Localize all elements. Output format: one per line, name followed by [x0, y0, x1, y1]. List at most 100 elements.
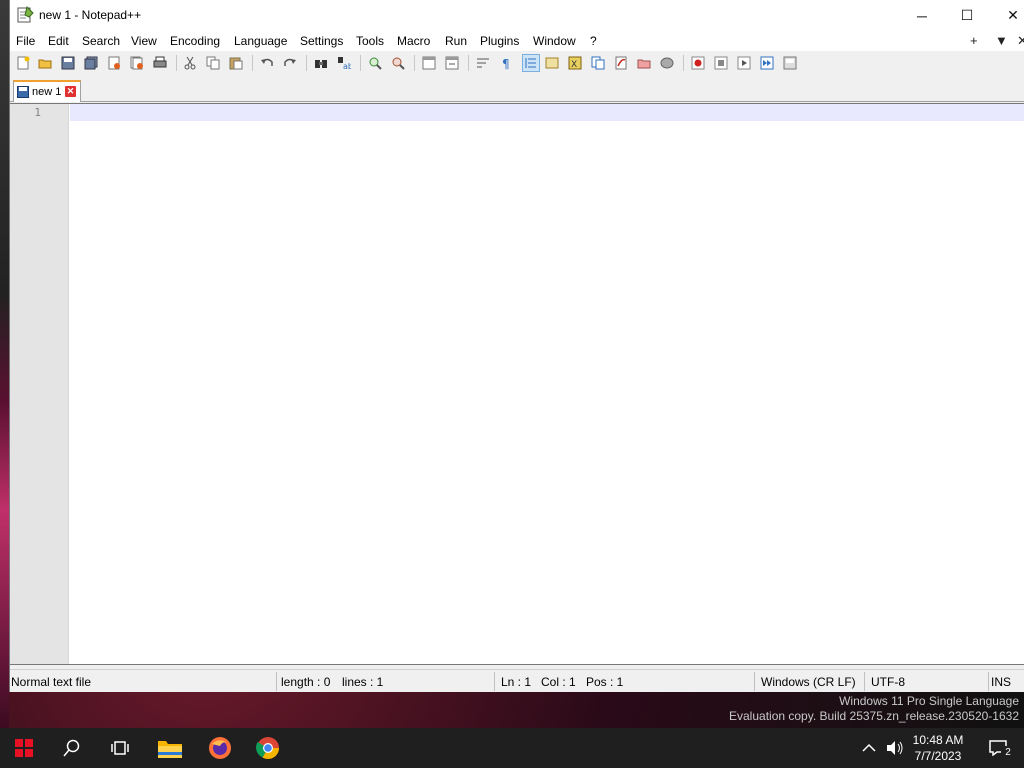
- sync-horizontal-icon[interactable]: [443, 54, 461, 72]
- toolbar-separator: [176, 55, 177, 71]
- menu-macro[interactable]: Macro: [397, 34, 430, 48]
- firefox-icon: [209, 737, 231, 759]
- menu-help[interactable]: ?: [590, 34, 597, 48]
- desktop-background: [0, 0, 9, 730]
- toolbar-separator: [252, 55, 253, 71]
- document-tab[interactable]: new 1 ✕: [13, 80, 81, 102]
- new-tab-plus-icon[interactable]: +: [970, 33, 978, 48]
- minimize-button[interactable]: ─: [899, 0, 945, 31]
- menu-window[interactable]: Window: [533, 34, 576, 48]
- replace-icon[interactable]: ab: [335, 54, 353, 72]
- firefox-button[interactable]: [196, 728, 244, 768]
- redo-icon[interactable]: [281, 54, 299, 72]
- folder-as-workspace-icon[interactable]: [612, 54, 630, 72]
- toolbar-separator: [683, 55, 684, 71]
- chevron-up-icon: [862, 743, 876, 752]
- menu-language[interactable]: Language: [234, 34, 287, 48]
- document-map-icon[interactable]: X: [566, 54, 584, 72]
- status-insert-mode: INS: [991, 675, 1012, 689]
- toolbar-separator: [360, 55, 361, 71]
- notepadpp-icon: [17, 6, 34, 23]
- line-number-gutter: 1: [10, 104, 69, 664]
- status-eol[interactable]: Windows (CR LF): [761, 675, 856, 689]
- status-lines: lines : 1: [342, 675, 384, 689]
- copy-icon[interactable]: [204, 54, 222, 72]
- unsaved-file-icon: [17, 86, 29, 98]
- chrome-button[interactable]: [244, 728, 292, 768]
- menu-bar: File Edit Search View Encoding Language …: [10, 31, 1024, 51]
- cut-icon[interactable]: [181, 54, 199, 72]
- search-button[interactable]: [48, 728, 96, 768]
- indent-guide-icon[interactable]: [522, 54, 540, 72]
- zoom-out-icon[interactable]: [389, 54, 407, 72]
- zoom-in-icon[interactable]: [366, 54, 384, 72]
- show-all-chars-icon[interactable]: ¶: [497, 54, 515, 72]
- file-explorer-button[interactable]: [146, 728, 194, 768]
- function-list-icon[interactable]: [589, 54, 607, 72]
- start-button[interactable]: [0, 728, 48, 768]
- status-ln: Ln : 1: [501, 675, 532, 689]
- user-defined-language-icon[interactable]: [543, 54, 561, 72]
- paste-icon[interactable]: [227, 54, 245, 72]
- window-title: new 1 - Notepad++: [39, 8, 142, 22]
- open-file-icon[interactable]: [36, 54, 54, 72]
- print-icon[interactable]: [151, 54, 169, 72]
- task-view-button[interactable]: [96, 728, 144, 768]
- play-macro-icon[interactable]: [735, 54, 753, 72]
- title-bar[interactable]: new 1 - Notepad++ ─ ☐ ✕: [10, 0, 1024, 31]
- menu-run[interactable]: Run: [445, 34, 467, 48]
- toolbar: ab ¶ X: [10, 51, 1024, 75]
- status-encoding[interactable]: UTF-8: [871, 675, 905, 689]
- maximize-button[interactable]: ☐: [944, 0, 990, 31]
- word-wrap-icon[interactable]: [474, 54, 492, 72]
- menu-settings[interactable]: Settings: [300, 34, 343, 48]
- close-all-icon[interactable]: [128, 54, 146, 72]
- stop-record-icon[interactable]: [712, 54, 730, 72]
- svg-text:X: X: [571, 60, 577, 70]
- svg-text:ab: ab: [343, 62, 351, 70]
- toolbar-separator: [414, 55, 415, 71]
- toolbar-separator: [306, 55, 307, 71]
- find-icon[interactable]: [312, 54, 330, 72]
- tab-label: new 1: [32, 86, 62, 98]
- tab-bar: new 1 ✕: [10, 77, 1024, 102]
- menu-file[interactable]: File: [16, 34, 35, 48]
- save-icon[interactable]: [59, 54, 77, 72]
- tab-list-dropdown-icon[interactable]: ▼: [995, 33, 1008, 48]
- menu-view[interactable]: View: [131, 34, 157, 48]
- document-list-icon[interactable]: [635, 54, 653, 72]
- status-separator: [276, 672, 277, 691]
- close-doc-icon[interactable]: ✕: [1017, 33, 1024, 49]
- notepadpp-window: new 1 - Notepad++ ─ ☐ ✕ File Edit Search…: [9, 0, 1024, 692]
- save-macro-icon[interactable]: [781, 54, 799, 72]
- menu-tools[interactable]: Tools: [356, 34, 384, 48]
- undo-icon[interactable]: [258, 54, 276, 72]
- menu-plugins[interactable]: Plugins: [480, 34, 519, 48]
- clock-date: 7/7/2023: [914, 749, 962, 763]
- status-file-type: Normal text file: [11, 675, 92, 689]
- svg-text:¶: ¶: [502, 57, 510, 70]
- clock-time: 10:48 AM: [912, 733, 964, 747]
- run-macro-multiple-icon[interactable]: [758, 54, 776, 72]
- windows-watermark-line1: Windows 11 Pro Single Language: [839, 694, 1019, 708]
- windows-logo-icon: [15, 739, 33, 757]
- status-pos: Pos : 1: [586, 675, 624, 689]
- record-macro-icon[interactable]: [689, 54, 707, 72]
- status-separator: [494, 672, 495, 691]
- menu-search[interactable]: Search: [82, 34, 120, 48]
- clock[interactable]: 10:48 AM 7/7/2023: [898, 732, 978, 764]
- line-number: 1: [34, 106, 41, 119]
- text-editor[interactable]: 1: [10, 103, 1024, 665]
- close-window-button[interactable]: ✕: [990, 0, 1024, 31]
- menu-encoding[interactable]: Encoding: [170, 34, 220, 48]
- new-file-icon[interactable]: [14, 54, 32, 72]
- menu-edit[interactable]: Edit: [48, 34, 69, 48]
- close-icon[interactable]: [105, 54, 123, 72]
- chrome-icon: [256, 737, 279, 759]
- tab-close-icon[interactable]: ✕: [65, 86, 76, 97]
- windows-watermark-line2: Evaluation copy. Build 25375.zn_release.…: [729, 709, 1019, 723]
- save-all-icon[interactable]: [82, 54, 100, 72]
- sync-vertical-icon[interactable]: [420, 54, 438, 72]
- taskbar: 10:48 AM 7/7/2023 2: [0, 728, 1024, 768]
- monitoring-icon[interactable]: [658, 54, 676, 72]
